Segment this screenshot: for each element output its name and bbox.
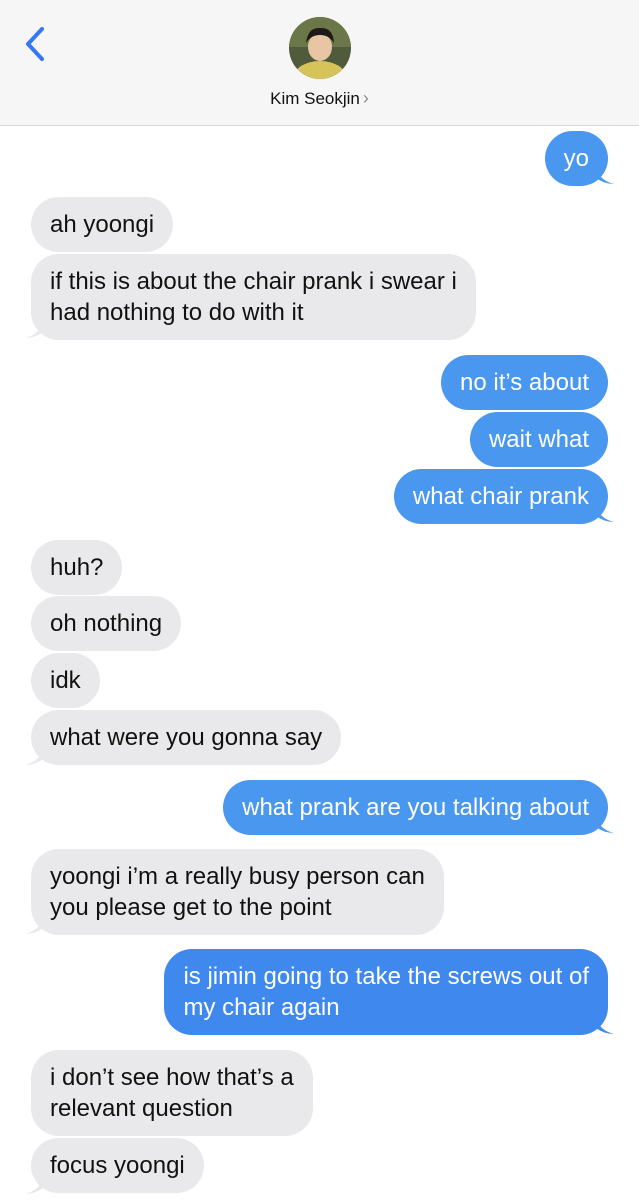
contact-photo	[289, 17, 351, 79]
message-text-line: my chair again	[183, 994, 340, 1021]
message-text: oh nothing	[50, 610, 163, 637]
message-bubble-incoming[interactable]: idk	[31, 653, 100, 708]
message-bubble-incoming[interactable]: yoongi i’m a really busy person can you …	[31, 849, 444, 935]
message-text: yo	[563, 145, 589, 172]
message-bubble-incoming[interactable]: huh?	[31, 540, 123, 595]
message-text: wait what	[488, 426, 589, 453]
bubble-tail-incoming	[25, 916, 43, 934]
message-text: what chair prank	[412, 483, 589, 510]
chevron-right-icon: ›	[362, 88, 369, 108]
conversation-header: Kim Seokjin ›	[0, 0, 639, 126]
message-bubble-outgoing[interactable]: is jimin going to take the screws out of…	[164, 949, 608, 1035]
message-bubble-outgoing[interactable]: no it’s about	[441, 355, 608, 410]
message-bubble-incoming[interactable]: i don’t see how that’s a relevant questi…	[31, 1050, 313, 1136]
message-text-line: is jimin going to take the screws out of	[183, 963, 589, 990]
message-text: what prank are you talking about	[242, 794, 589, 821]
message-text-line: if this is about the chair prank i swear…	[50, 268, 457, 295]
message-bubble-incoming[interactable]: what were you gonna say	[31, 710, 342, 765]
bubble-tail-incoming	[25, 1176, 43, 1194]
message-text: ah yoongi	[50, 211, 155, 238]
bubble-tail-outgoing	[596, 815, 614, 833]
message-text-line: you please get to the point	[50, 894, 332, 921]
message-bubble-incoming[interactable]: oh nothing	[31, 596, 182, 651]
message-bubble-incoming[interactable]: focus yoongi	[31, 1138, 204, 1193]
back-button[interactable]	[22, 26, 52, 62]
bubble-tail-outgoing	[596, 1016, 614, 1034]
bubble-tail-incoming	[25, 320, 43, 338]
avatar[interactable]	[289, 17, 351, 79]
message-bubble-incoming[interactable]: ah yoongi	[31, 197, 174, 252]
bubble-tail-incoming	[25, 747, 43, 765]
message-text: focus yoongi	[50, 1152, 185, 1179]
message-bubble-outgoing[interactable]: what chair prank	[393, 469, 608, 524]
message-text-line: had nothing to do with it	[50, 299, 304, 326]
message-text: idk	[50, 667, 81, 694]
message-bubble-outgoing[interactable]: wait what	[469, 412, 608, 467]
message-text: no it’s about	[460, 369, 589, 396]
message-text-line: yoongi i’m a really busy person can	[50, 863, 425, 890]
bubble-tail-outgoing	[596, 166, 614, 184]
bubble-tail-outgoing	[596, 504, 614, 522]
message-text: huh?	[50, 554, 104, 581]
message-text: what were you gonna say	[50, 724, 323, 751]
contact-name-link[interactable]: Kim Seokjin ›	[0, 88, 639, 109]
chevron-left-icon	[26, 27, 44, 61]
message-text-line: relevant question	[50, 1095, 233, 1122]
contact-name: Kim Seokjin	[270, 89, 360, 108]
message-bubble-incoming[interactable]: if this is about the chair prank i swear…	[31, 254, 476, 340]
message-bubble-outgoing[interactable]: what prank are you talking about	[223, 780, 608, 835]
message-text-line: i don’t see how that’s a	[50, 1064, 294, 1091]
